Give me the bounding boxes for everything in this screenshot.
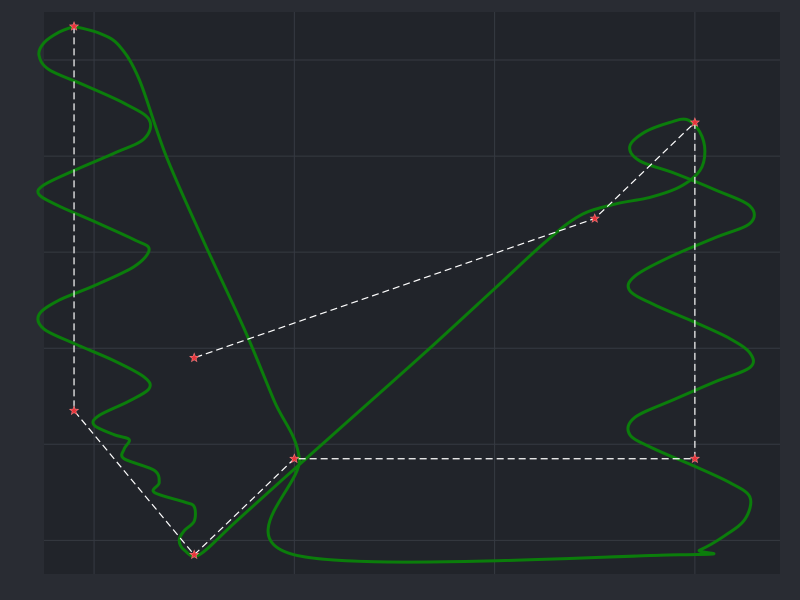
- trajectory-chart: [0, 0, 800, 600]
